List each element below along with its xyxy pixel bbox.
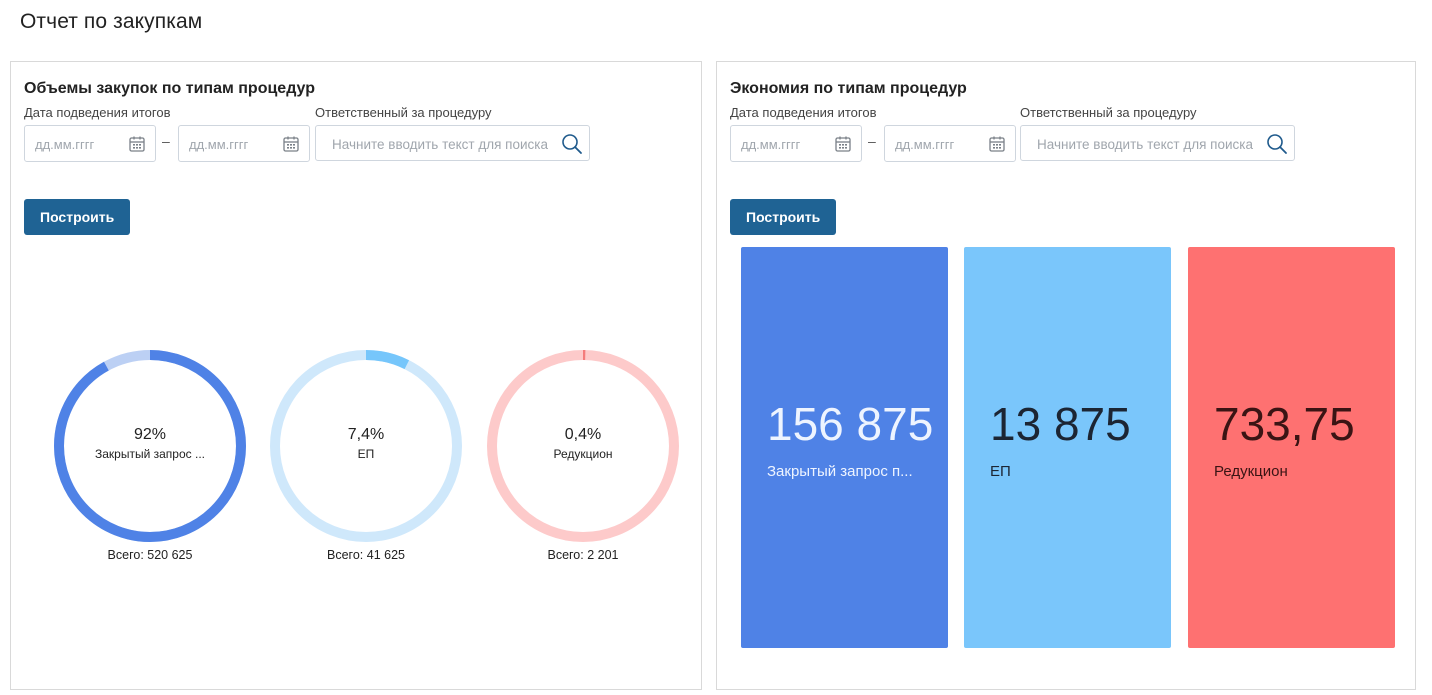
donut-total: Всего: 41 625 bbox=[327, 548, 405, 562]
donut-ring bbox=[54, 350, 246, 542]
donut-track bbox=[487, 350, 679, 542]
calendar-icon[interactable] bbox=[988, 135, 1006, 153]
responsible-search-input[interactable]: Начните вводить текст для поиска bbox=[315, 125, 590, 161]
search-icon[interactable] bbox=[1266, 133, 1288, 155]
donut-total: Всего: 520 625 bbox=[107, 548, 193, 562]
donut-ring bbox=[270, 350, 462, 542]
tile-label: Закрытый запрос п... bbox=[767, 463, 913, 480]
search-placeholder: Начните вводить текст для поиска bbox=[332, 137, 548, 152]
savings-tile-ep: 13 875 ЕП bbox=[964, 247, 1171, 648]
responsible-search-input[interactable]: Начните вводить текст для поиска bbox=[1020, 125, 1295, 161]
calendar-icon[interactable] bbox=[834, 135, 852, 153]
purchase-volume-panel: Объемы закупок по типам процедур Дата по… bbox=[10, 61, 702, 690]
responsible-label: Ответственный за процедуру bbox=[1020, 105, 1197, 120]
donut-percent: 92% bbox=[133, 426, 167, 443]
donut-label: ЕП bbox=[357, 447, 375, 461]
date-from-placeholder: дд.мм.гггг bbox=[35, 137, 95, 152]
donut-chart-closed-request: 92% Закрытый запрос ... bbox=[52, 348, 248, 544]
date-to-placeholder: дд.мм.гггг bbox=[189, 137, 249, 152]
savings-tile-closed-request: 156 875 Закрытый запрос п... bbox=[741, 247, 948, 648]
calendar-icon[interactable] bbox=[282, 135, 300, 153]
build-button[interactable]: Построить bbox=[24, 199, 131, 235]
date-to-input[interactable]: дд.мм.гггг bbox=[884, 125, 1016, 162]
panel-title: Экономия по типам процедур bbox=[730, 80, 967, 97]
donut-arc bbox=[54, 350, 246, 542]
tile-value: 13 875 bbox=[990, 398, 1131, 450]
date-label: Дата подведения итогов bbox=[730, 105, 877, 120]
tile-label: ЕП bbox=[990, 463, 1011, 480]
donut-percent: 7,4% bbox=[347, 426, 385, 443]
date-to-placeholder: дд.мм.гггг bbox=[895, 137, 955, 152]
donut-chart-ep: 7,4% ЕП bbox=[268, 348, 464, 544]
search-placeholder: Начните вводить текст для поиска bbox=[1037, 137, 1253, 152]
page-title: Отчет по закупкам bbox=[20, 10, 203, 33]
date-label: Дата подведения итогов bbox=[24, 105, 171, 120]
date-to-input[interactable]: дд.мм.гггг bbox=[178, 125, 310, 162]
calendar-icon[interactable] bbox=[128, 135, 146, 153]
donut-percent: 0,4% bbox=[564, 426, 602, 443]
donut-label: Редукцион bbox=[553, 447, 613, 461]
donut-track bbox=[270, 350, 462, 542]
date-from-input[interactable]: дд.мм.гггг bbox=[730, 125, 862, 162]
date-range-dash: – bbox=[868, 133, 876, 149]
date-from-input[interactable]: дд.мм.гггг bbox=[24, 125, 156, 162]
date-from-placeholder: дд.мм.гггг bbox=[741, 137, 801, 152]
tile-label: Редукцион bbox=[1214, 463, 1288, 480]
tile-value: 733,75 bbox=[1214, 398, 1355, 450]
savings-panel: Экономия по типам процедур Дата подведен… bbox=[716, 61, 1416, 690]
build-button[interactable]: Построить bbox=[730, 199, 837, 235]
donut-chart-reduction: 0,4% Редукцион bbox=[485, 348, 681, 544]
tile-value: 156 875 bbox=[767, 398, 934, 450]
responsible-label: Ответственный за процедуру bbox=[315, 105, 492, 120]
date-range-dash: – bbox=[162, 133, 170, 149]
panel-title: Объемы закупок по типам процедур bbox=[24, 80, 316, 97]
donut-total: Всего: 2 201 bbox=[547, 548, 619, 562]
search-icon[interactable] bbox=[561, 133, 583, 155]
savings-tile-reduction: 733,75 Редукцион bbox=[1188, 247, 1395, 648]
donut-label: Закрытый запрос ... bbox=[95, 447, 205, 461]
donut-ring bbox=[487, 350, 679, 542]
